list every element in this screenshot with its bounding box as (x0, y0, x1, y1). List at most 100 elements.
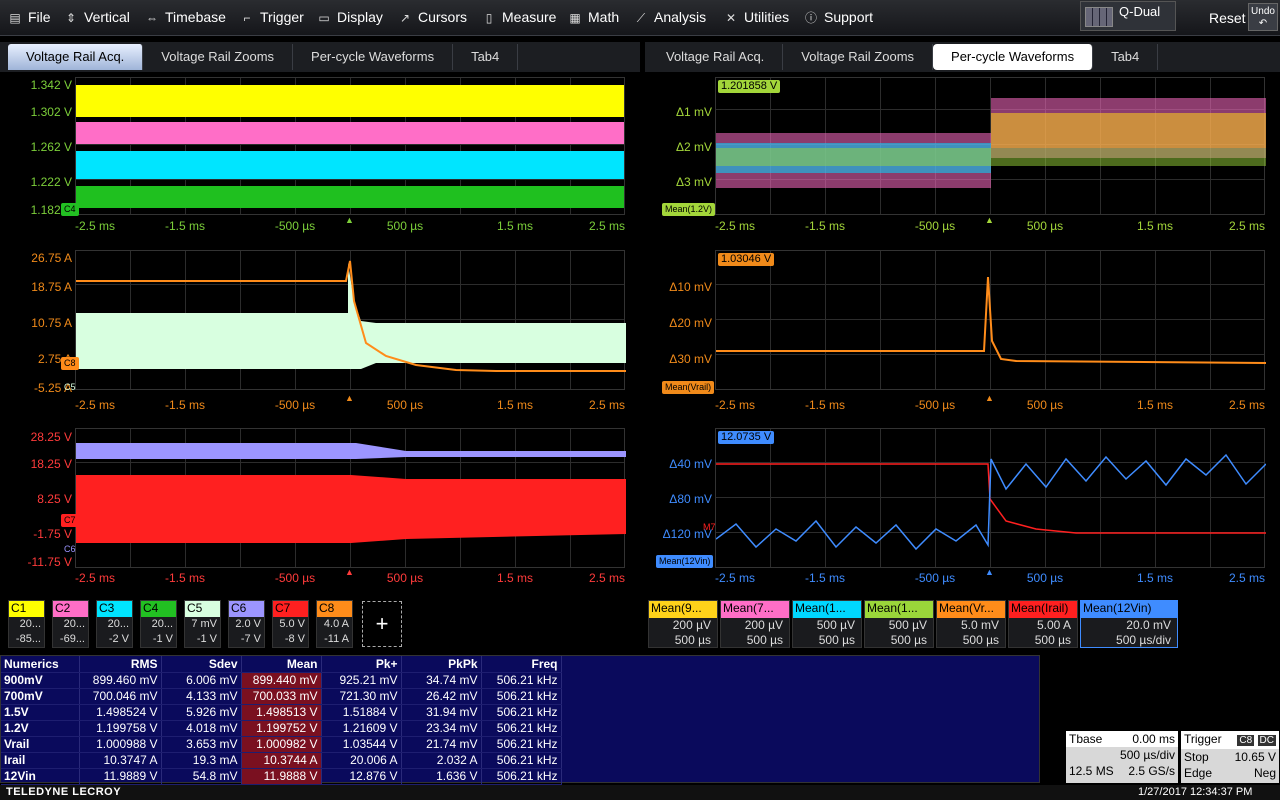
menu-timebase[interactable]: ⇔ Timebase (145, 0, 226, 36)
menu-measure-label: Measure (502, 9, 557, 25)
cell-mean: 700.033 mV (241, 688, 322, 705)
c8-offset-marker[interactable]: C8 (61, 357, 79, 370)
channel-c1-descriptor[interactable]: C1 20... -85... (8, 600, 45, 648)
display-mode-selector[interactable]: Q-Dual (1080, 1, 1176, 31)
f6-scale: 5.00 A (1036, 618, 1071, 632)
table-row[interactable]: 1.5V 1.498524 V 5.926 mV 1.498513 V 1.51884 … (1, 704, 562, 721)
menu-math-label: Math (588, 9, 620, 25)
menu-analysis[interactable]: ⟋ Analysis (634, 0, 706, 36)
c7-offset-marker[interactable]: C7 (61, 514, 79, 527)
voltage-rails-plot[interactable] (75, 77, 625, 215)
math-f3-descriptor[interactable]: Mean(1... 500 µV 500 µs (792, 600, 862, 648)
left-tab-tab4[interactable]: Tab4 (453, 44, 519, 70)
c8-offset: -11 A (324, 633, 349, 645)
right-tab-voltage-rail-acq[interactable]: Voltage Rail Acq. (648, 44, 784, 70)
datetime: 1/27/2017 12:34:37 PM (1138, 786, 1253, 798)
table-row[interactable]: 900mV 899.460 mV 6.006 mV 899.440 mV 925.21 … (1, 672, 562, 689)
math-f1-descriptor[interactable]: Mean(9... 200 µV 500 µs (648, 600, 718, 648)
menu-measure[interactable]: ▯ Measure (482, 0, 557, 36)
vertical-arrows-icon: ⇕ (65, 11, 77, 25)
right-tab-voltage-rail-zooms[interactable]: Voltage Rail Zooms (783, 44, 934, 70)
add-trace-button[interactable]: + (362, 601, 402, 647)
mean-rails-plot[interactable]: 1.201858 V (715, 77, 1266, 215)
channel-c3-descriptor[interactable]: C3 20... -2 V (96, 600, 133, 648)
timebase-descriptor[interactable]: Tbase 0.00 ms 500 µs/div 12.5 MS 2.5 GS/s (1066, 731, 1178, 783)
input-voltage-plot[interactable] (75, 428, 626, 568)
math-f2-descriptor[interactable]: Mean(7... 200 µV 500 µs (720, 600, 790, 648)
trigger-descriptor[interactable]: Trigger C8 DC Stop 10.65 V Edge Neg (1181, 731, 1279, 783)
mean-12vin-traces-svg (716, 453, 1266, 551)
c8-scale: 4.0 A (323, 618, 349, 630)
c6-offset-marker[interactable]: C6 (61, 543, 79, 556)
current-plot[interactable] (75, 250, 626, 390)
p2-ytick-0: 26.75 A (31, 251, 72, 265)
p4-xtick-4: 1.5 ms (1136, 219, 1173, 233)
p5-ytick-0: Δ10 mV (669, 280, 712, 294)
menu-math[interactable]: ▦ Math (568, 0, 619, 36)
right-tab-per-cycle-waveforms[interactable]: Per-cycle Waveforms (933, 44, 1094, 70)
c5-offset-marker[interactable]: C5 (61, 381, 79, 394)
col-header-sdev[interactable]: Sdev (161, 656, 242, 673)
table-row[interactable]: Irail 10.3747 A 19.3 mA 10.3744 A 20.006 A 2.… (1, 752, 562, 769)
p1-xtick-0: -2.5 ms (74, 219, 115, 233)
trace-c1 (76, 85, 624, 117)
left-tab-voltage-rail-zooms[interactable]: Voltage Rail Zooms (143, 44, 294, 70)
menu-display[interactable]: ▭ Display (317, 0, 383, 36)
left-tab-per-cycle-waveforms[interactable]: Per-cycle Waveforms (293, 44, 454, 70)
undo-button[interactable]: Undo ↶ (1248, 3, 1278, 31)
col-header-pkplus[interactable]: Pk+ (321, 656, 402, 673)
table-row[interactable]: Vrail 1.000988 V 3.653 mV 1.000982 V 1.03544… (1, 736, 562, 753)
row-label: 900mV (1, 672, 80, 689)
math-f4-descriptor[interactable]: Mean(1... 500 µV 500 µs (864, 600, 934, 648)
p2-xtick-4: 1.5 ms (496, 398, 533, 412)
col-header-freq[interactable]: Freq (481, 656, 562, 673)
p3-xtick-5: 2.5 ms (588, 571, 625, 585)
menu-support[interactable]: ⓘ Support (804, 0, 873, 36)
table-row[interactable]: 1.2V 1.199758 V 4.018 mV 1.199752 V 1.21609 … (1, 720, 562, 737)
col-header-mean[interactable]: Mean (241, 656, 322, 673)
left-tab-voltage-rail-acq[interactable]: Voltage Rail Acq. (8, 44, 144, 70)
table-row[interactable]: 700mV 700.046 mV 4.133 mV 700.033 mV 721.30 … (1, 688, 562, 705)
math-f5-descriptor[interactable]: Mean(Vr... 5.0 mV 500 µs (936, 600, 1006, 648)
channel-c2-descriptor[interactable]: C2 20... -69... (52, 600, 89, 648)
channel-c6-descriptor[interactable]: C6 2.0 V -7 V (228, 600, 265, 648)
timebase-samples: 12.5 MS (1069, 764, 1114, 778)
menu-trigger[interactable]: ⌐ Trigger (240, 0, 303, 36)
menu-timebase-label: Timebase (165, 9, 226, 25)
p6-trace-tag[interactable]: Mean(12Vin) (656, 555, 714, 568)
col-header-pkpk[interactable]: PkPk (401, 656, 482, 673)
p5-xtick-4: 1.5 ms (1136, 398, 1173, 412)
menu-file[interactable]: ▤ File (8, 0, 50, 36)
table-row[interactable]: 12Vin 11.9889 V 54.8 mV 11.9888 V 12.876 V 1.… (1, 768, 562, 785)
p4-trace-tag[interactable]: Mean(1.2V) (662, 203, 716, 216)
f1-timebase: 500 µs (674, 633, 711, 647)
reset-button[interactable]: Reset (1209, 10, 1246, 26)
c1-name: C1 (9, 601, 44, 617)
c4-offset-marker[interactable]: C4 (61, 203, 79, 216)
trigger-mode: Stop (1184, 750, 1209, 764)
cell-freq: 506.21 kHz (481, 720, 562, 737)
c4-scale: 20... (151, 618, 173, 630)
channel-c5-descriptor[interactable]: C5 7 mV -1 V (184, 600, 221, 648)
c3-name: C3 (97, 601, 132, 617)
menu-cursors[interactable]: ↗ Cursors (398, 0, 467, 36)
right-tab-tab4[interactable]: Tab4 (1093, 44, 1159, 70)
channel-c4-descriptor[interactable]: C4 20... -1 V (140, 600, 177, 648)
col-header-rms[interactable]: RMS (79, 656, 162, 673)
trigger-badges: C8 DC (1237, 731, 1276, 749)
channel-c7-descriptor[interactable]: C7 5.0 V -8 V (272, 600, 309, 648)
trigger-coupling-badge: DC (1257, 735, 1276, 746)
timebase-sampling: 12.5 MS 2.5 GS/s (1066, 763, 1178, 779)
mean-vrail-plot[interactable]: 1.03046 V (715, 250, 1266, 390)
channel-c8-descriptor[interactable]: C8 4.0 A -11 A (316, 600, 353, 648)
trace-mean-green (716, 148, 1266, 166)
math-f7-descriptor[interactable]: Mean(12Vin) 20.0 mV 500 µs/div (1080, 600, 1178, 648)
f2-name: Mean(7... (721, 601, 789, 618)
row-label: 700mV (1, 688, 80, 705)
menu-vertical[interactable]: ⇕ Vertical (64, 0, 130, 36)
cell-pkpk: 34.74 mV (401, 672, 482, 689)
mean-12vin-plot[interactable]: 12.0735 V M7 (703, 428, 1266, 568)
p5-trace-tag[interactable]: Mean(Vrail) (662, 381, 715, 394)
menu-utilities[interactable]: ✕ Utilities (724, 0, 789, 36)
math-f6-descriptor[interactable]: Mean(Irail) 5.00 A 500 µs (1008, 600, 1078, 648)
